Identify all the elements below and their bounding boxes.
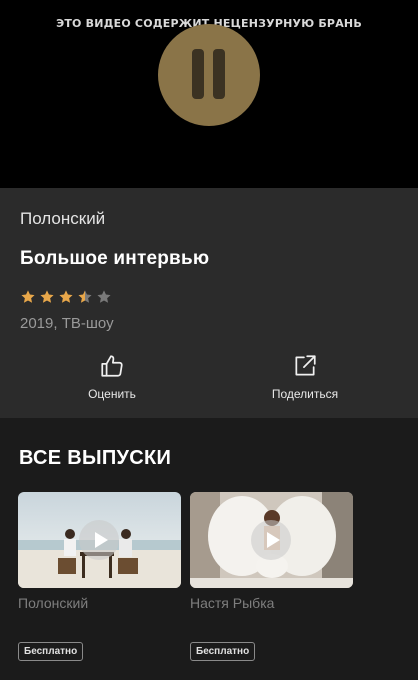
star-icon [97,290,111,303]
star-icon [40,290,54,303]
pause-button[interactable] [158,24,260,126]
share-label: Поделиться [271,387,339,401]
share-icon [295,355,316,376]
pause-icon-bar [213,49,225,99]
episode-card[interactable]: Полонский Бесплатно [18,492,181,661]
star-icon [78,290,92,303]
episode-card-title: Полонский [18,595,89,611]
video-player[interactable]: ЭТО ВИДЕО СОДЕРЖИТ НЕЦЕНЗУРНУЮ БРАНЬ [0,0,418,188]
rate-label: Оценить [88,387,136,401]
pause-icon [192,49,204,99]
thumbs-up-icon [101,355,123,377]
play-icon[interactable] [251,520,291,560]
rate-button[interactable]: Оценить [47,353,177,401]
star-icon [59,290,73,303]
free-badge: Бесплатно [190,642,256,661]
free-badge: Бесплатно [18,642,84,661]
all-episodes-section: ВСЕ ВЫПУСКИ Полонский Бесплатно Настя Ры… [0,418,418,680]
share-button[interactable]: Поделиться [240,353,370,401]
star-icon [21,290,35,303]
section-title: ВСЕ ВЫПУСКИ [19,447,172,469]
episode-card[interactable]: Настя Рыбка Бесплатно [190,492,353,661]
play-icon[interactable] [79,520,119,560]
episode-info-panel: Полонский Большое интервью 2019, ТВ-шоу … [0,188,418,418]
episode-thumbnail[interactable] [18,492,181,588]
episode-card-title: Настя Рыбка [190,595,275,611]
episode-meta: 2019, ТВ-шоу [20,315,114,332]
rating-stars [20,289,112,305]
show-name[interactable]: Полонский [20,209,105,229]
episode-title: Большое интервью [20,248,210,269]
episode-thumbnail[interactable] [190,492,353,588]
